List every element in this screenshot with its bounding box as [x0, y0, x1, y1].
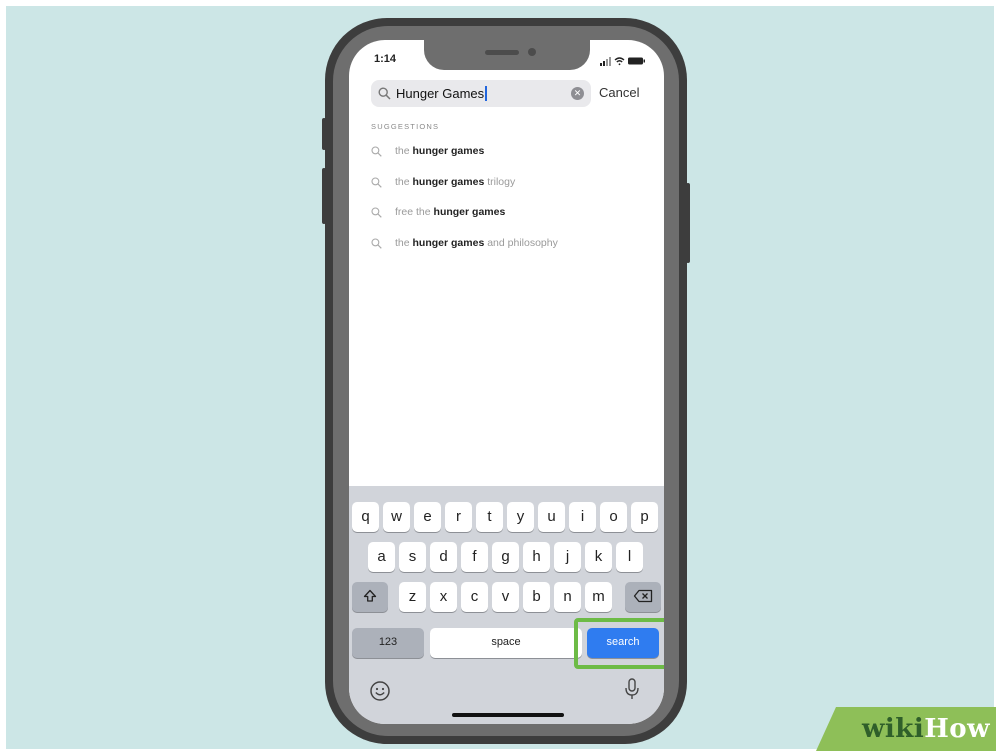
key-p[interactable]: p: [631, 502, 658, 532]
key-i[interactable]: i: [569, 502, 596, 532]
suggestion-item[interactable]: the hunger games trilogy: [371, 173, 641, 193]
key-k[interactable]: k: [585, 542, 612, 572]
key-x[interactable]: x: [430, 582, 457, 612]
clear-icon[interactable]: ✕: [571, 87, 584, 100]
suggestion-item[interactable]: free the hunger games: [371, 203, 641, 223]
volume-button: [322, 168, 326, 224]
page: wikiHow 1:14 Hunger Games ✕ Cancel SUGGE…: [0, 0, 996, 751]
key-b[interactable]: b: [523, 582, 550, 612]
key-n[interactable]: n: [554, 582, 581, 612]
phone-screen: 1:14 Hunger Games ✕ Cancel SUGGESTIONS t…: [349, 40, 664, 724]
search-icon: [371, 146, 382, 157]
key-m[interactable]: m: [585, 582, 612, 612]
key-h[interactable]: h: [523, 542, 550, 572]
status-icons: [600, 53, 646, 66]
key-w[interactable]: w: [383, 502, 410, 532]
keyboard: q w e r t y u i o p a s d f g h j k l z …: [349, 486, 664, 724]
battery-icon: [628, 57, 645, 65]
notch: [424, 40, 590, 70]
wikihow-logo: wikiHow: [862, 714, 990, 744]
search-icon: [371, 207, 382, 218]
delete-key[interactable]: [625, 582, 661, 612]
mute-switch: [322, 118, 326, 150]
key-e[interactable]: e: [414, 502, 441, 532]
wifi-icon: [614, 57, 625, 66]
numbers-key[interactable]: 123: [352, 628, 424, 658]
key-z[interactable]: z: [399, 582, 426, 612]
cancel-button[interactable]: Cancel: [599, 85, 639, 100]
space-key[interactable]: space: [430, 628, 582, 658]
text-cursor: [485, 86, 488, 101]
search-key-highlight: [574, 618, 664, 669]
key-s[interactable]: s: [399, 542, 426, 572]
key-d[interactable]: d: [430, 542, 457, 572]
search-icon: [371, 177, 382, 188]
shift-icon: [363, 589, 377, 602]
key-o[interactable]: o: [600, 502, 627, 532]
search-input[interactable]: Hunger Games ✕: [371, 80, 591, 107]
camera: [528, 48, 536, 56]
speaker: [485, 50, 519, 55]
key-c[interactable]: c: [461, 582, 488, 612]
key-g[interactable]: g: [492, 542, 519, 572]
key-v[interactable]: v: [492, 582, 519, 612]
suggestion-item[interactable]: the hunger games: [371, 142, 641, 162]
suggestions-header: SUGGESTIONS: [371, 122, 440, 131]
status-time: 1:14: [374, 53, 397, 65]
home-indicator: [452, 713, 564, 717]
key-u[interactable]: u: [538, 502, 565, 532]
mic-icon[interactable]: [624, 677, 640, 701]
key-j[interactable]: j: [554, 542, 581, 572]
key-r[interactable]: r: [445, 502, 472, 532]
key-t[interactable]: t: [476, 502, 503, 532]
key-y[interactable]: y: [507, 502, 534, 532]
shift-key[interactable]: [352, 582, 388, 612]
wikihow-watermark: wikiHow: [816, 707, 996, 751]
suggestion-item[interactable]: the hunger games and philosophy: [371, 234, 641, 254]
search-icon: [378, 87, 391, 100]
key-q[interactable]: q: [352, 502, 379, 532]
search-query: Hunger Games: [396, 86, 485, 101]
signal-icon: [600, 57, 611, 66]
delete-icon: [633, 589, 653, 603]
key-l[interactable]: l: [616, 542, 643, 572]
key-f[interactable]: f: [461, 542, 488, 572]
power-button: [686, 183, 690, 263]
emoji-icon[interactable]: [369, 680, 391, 702]
key-a[interactable]: a: [368, 542, 395, 572]
search-icon: [371, 238, 382, 249]
